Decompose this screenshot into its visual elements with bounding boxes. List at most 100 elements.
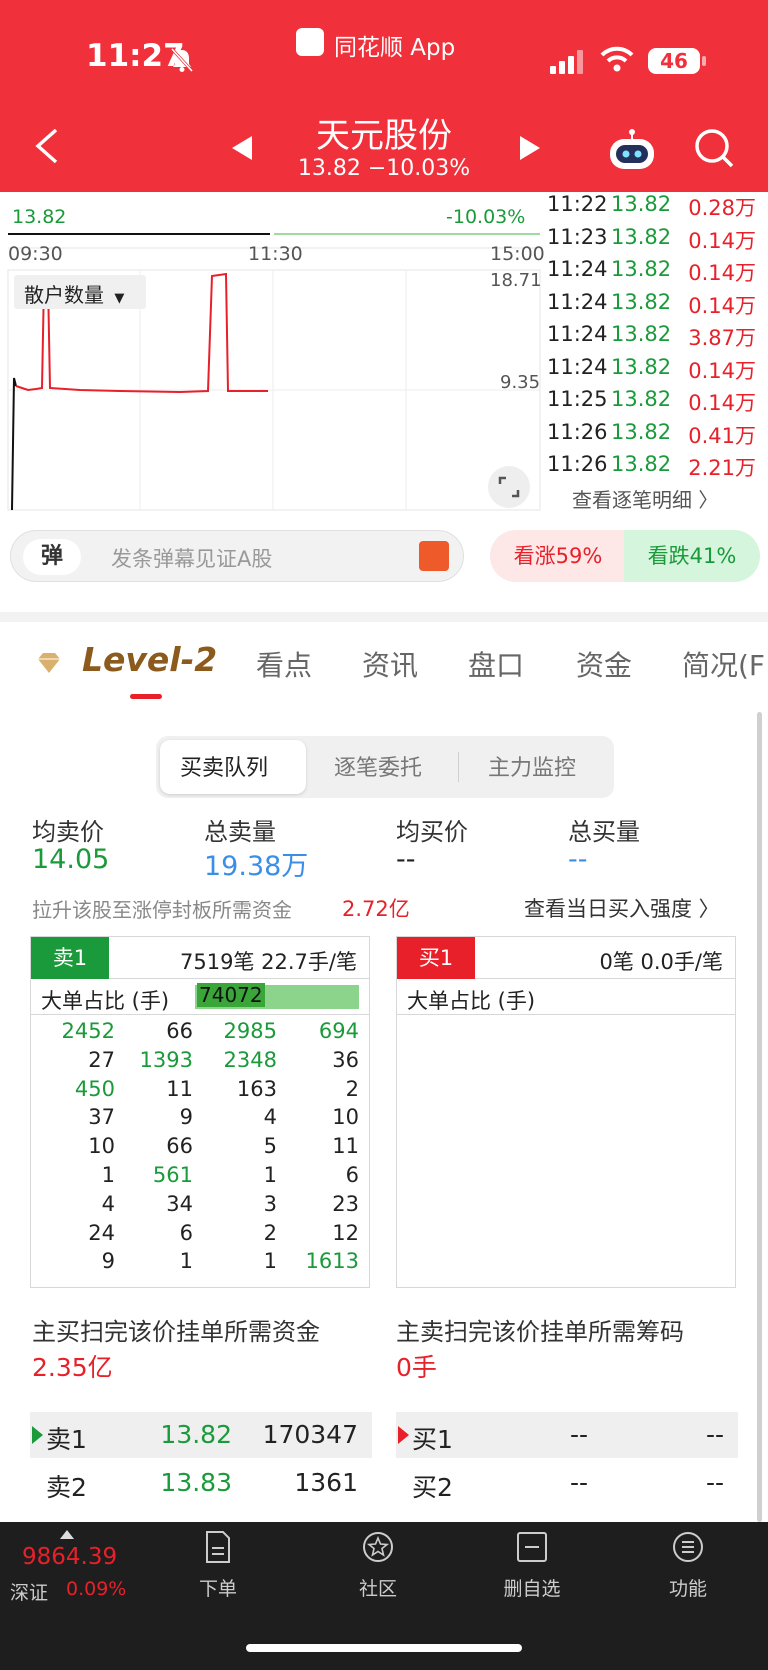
gift-icon[interactable] bbox=[419, 541, 449, 571]
ob-price: -- bbox=[569, 1468, 588, 1497]
tick-price: 13.82 bbox=[611, 452, 672, 476]
chart-axis-mid: 9.35 bbox=[500, 372, 541, 393]
queue-order-cell: 10 bbox=[88, 1134, 115, 1159]
row-marker-icon bbox=[32, 1426, 43, 1444]
avg-buy-label: 均买价 bbox=[396, 818, 468, 846]
app-name: 同花顺 App bbox=[334, 35, 456, 61]
home-indicator[interactable] bbox=[246, 1644, 522, 1652]
avg-sell-value: 14.05 bbox=[32, 844, 110, 875]
tick-time: 11:24 bbox=[547, 257, 608, 281]
queue-order-cell: 11 bbox=[332, 1134, 359, 1159]
total-sell-label: 总卖量 bbox=[204, 818, 276, 846]
tick-row: 11:23 13.82 0.14万 bbox=[545, 225, 768, 257]
nav-label: 删自选 bbox=[503, 1578, 561, 1600]
tick-price: 13.82 bbox=[611, 257, 672, 281]
tab-funds[interactable]: 资金 bbox=[576, 644, 632, 684]
active-tab-indicator bbox=[130, 694, 162, 699]
community-star-icon bbox=[363, 1532, 393, 1562]
indicator-dropdown[interactable]: 散户数量 ▼ bbox=[14, 275, 146, 309]
total-buy-label: 总买量 bbox=[568, 818, 640, 846]
bullish-vote-button[interactable]: 看涨59% bbox=[490, 530, 626, 582]
tab-order-book[interactable]: 盘口 bbox=[468, 644, 524, 684]
total-sell-value: 19.38万 bbox=[204, 851, 309, 882]
queue-order-cell: 163 bbox=[236, 1076, 277, 1101]
chart-time-label-noon: 11:30 bbox=[248, 243, 303, 265]
barrage-input[interactable]: 弹 发条弹幕见证A股 bbox=[10, 530, 464, 582]
buy-strength-link[interactable]: 查看当日买入强度 〉 bbox=[524, 893, 720, 923]
tick-price: 13.82 bbox=[611, 192, 672, 216]
nav-place-order[interactable]: 下单 bbox=[168, 1530, 268, 1601]
search-icon[interactable] bbox=[694, 128, 734, 168]
tick-row: 11:22 13.82 0.28万 bbox=[545, 192, 768, 224]
tick-volume: 0.28万 bbox=[688, 196, 756, 220]
queue-order-cell: 1 bbox=[101, 1163, 115, 1187]
queue-order-cell: 66 bbox=[166, 1134, 193, 1159]
sell-sweep-value: 0手 bbox=[396, 1353, 437, 1382]
tick-row: 11:24 13.82 0.14万 bbox=[545, 355, 768, 387]
queue-order-cell: 4 bbox=[101, 1191, 115, 1216]
section-divider bbox=[0, 612, 768, 622]
queue-order-cell: 2 bbox=[263, 1220, 277, 1245]
queue-order-cell: 1393 bbox=[139, 1047, 193, 1072]
tick-time: 11:24 bbox=[547, 322, 608, 346]
barrage-icon[interactable]: 弹 bbox=[23, 539, 81, 575]
tick-row: 11:26 13.82 2.21万 bbox=[545, 452, 768, 484]
ob-volume: 170347 bbox=[262, 1420, 358, 1449]
queue-order-cell: 1613 bbox=[305, 1249, 359, 1274]
bearish-vote-button[interactable]: 看跌41% bbox=[624, 530, 760, 582]
index-pct: 0.09% bbox=[66, 1578, 127, 1600]
fullscreen-expand-icon[interactable] bbox=[488, 466, 530, 508]
segment-main-monitor[interactable]: 主力监控 bbox=[488, 750, 576, 782]
index-name: 深证 bbox=[10, 1582, 49, 1604]
intraday-chart[interactable] bbox=[0, 192, 545, 512]
queue-order-cell: 2985 bbox=[223, 1019, 277, 1043]
segment-buy-sell-queue[interactable]: 买卖队列 bbox=[180, 750, 268, 782]
queue-order-cell: 37 bbox=[88, 1105, 115, 1130]
nav-functions[interactable]: 功能 bbox=[638, 1530, 738, 1601]
tick-time: 11:26 bbox=[547, 419, 608, 444]
queue-order-cell: 12 bbox=[332, 1220, 359, 1245]
buy-sweep-value: 2.35亿 bbox=[32, 1353, 113, 1382]
tick-detail-link[interactable]: 查看逐笔明细 〉 bbox=[572, 484, 718, 513]
tick-time: 11:22 bbox=[547, 192, 608, 216]
nav-community[interactable]: 社区 bbox=[328, 1530, 428, 1601]
nav-label: 下单 bbox=[198, 1578, 237, 1600]
assistant-robot-icon[interactable] bbox=[608, 128, 656, 170]
tick-row: 11:24 13.82 0.14万 bbox=[545, 290, 768, 322]
sell-queue-header: 卖1 7519笔 22.7手/笔 bbox=[31, 937, 369, 979]
tab-highlights[interactable]: 看点 bbox=[256, 644, 312, 684]
battery-tip bbox=[702, 56, 706, 66]
order-book-sell2[interactable]: 卖2 13.83 1361 bbox=[30, 1460, 372, 1506]
index-expand-icon[interactable] bbox=[60, 1530, 74, 1539]
tick-volume: 2.21万 bbox=[688, 456, 756, 480]
barrage-placeholder: 发条弹幕见证A股 bbox=[111, 547, 273, 571]
limit-up-value: 2.72亿 bbox=[342, 897, 410, 921]
order-book-buy2[interactable]: 买2 -- -- bbox=[396, 1460, 738, 1506]
sell1-info: 7519笔 22.7手/笔 bbox=[180, 950, 357, 974]
queue-order-cell: 561 bbox=[152, 1163, 193, 1187]
tab-profile[interactable]: 简况(F bbox=[682, 644, 765, 684]
queue-order-cell: 24 bbox=[88, 1220, 115, 1245]
tick-volume: 0.41万 bbox=[688, 423, 756, 448]
queue-order-cell: 66 bbox=[166, 1019, 193, 1043]
queue-order-cell: 9 bbox=[101, 1249, 115, 1274]
queue-order-cell: 36 bbox=[332, 1047, 359, 1072]
next-stock-icon[interactable] bbox=[520, 136, 540, 160]
tab-news[interactable]: 资讯 bbox=[362, 644, 418, 684]
tab-level2[interactable]: Level-2 bbox=[82, 640, 217, 679]
tick-price: 13.82 bbox=[611, 289, 672, 314]
order-book-sell1[interactable]: 卖1 13.82 170347 bbox=[30, 1412, 372, 1458]
queue-order-cell: 27 bbox=[88, 1047, 115, 1072]
app-logo-icon bbox=[296, 28, 324, 56]
queue-order-cell: 2 bbox=[345, 1076, 359, 1101]
scrollbar[interactable] bbox=[757, 712, 762, 1522]
nav-remove-watchlist[interactable]: 删自选 bbox=[482, 1530, 582, 1601]
dropdown-caret-icon: ▼ bbox=[114, 291, 125, 306]
row-marker-icon bbox=[398, 1426, 409, 1444]
indicator-label: 散户数量 bbox=[24, 283, 104, 307]
segment-tick-orders[interactable]: 逐笔委托 bbox=[334, 750, 422, 782]
tick-row: 11:24 13.82 0.14万 bbox=[545, 257, 768, 289]
order-book-buy1[interactable]: 买1 -- -- bbox=[396, 1412, 738, 1458]
avg-sell-label: 均卖价 bbox=[32, 818, 104, 846]
index-value[interactable]: 9864.39 bbox=[22, 1544, 117, 1570]
